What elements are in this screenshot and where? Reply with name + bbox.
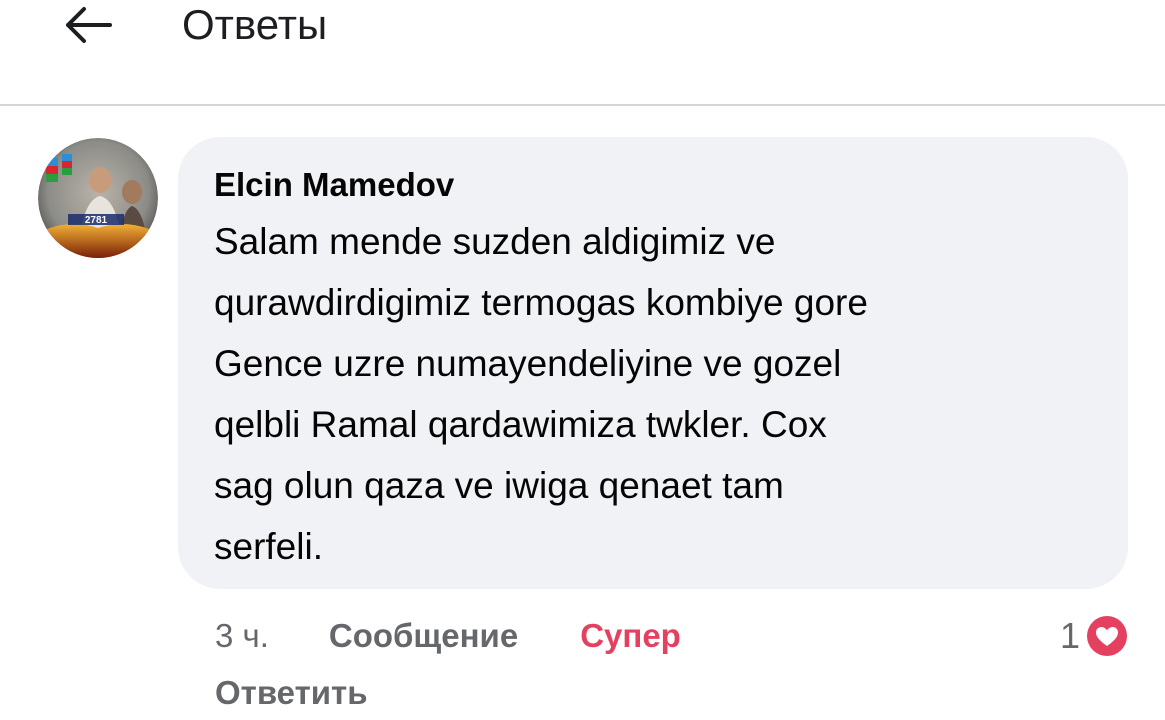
super-reaction-button[interactable]: Супер xyxy=(580,617,681,655)
reaction-count: 1 xyxy=(1059,615,1080,656)
comment-bubble: Elcin Mamedov Salam mende suzden aldigim… xyxy=(178,137,1128,589)
reply-button[interactable]: Ответить xyxy=(215,674,368,712)
avatar-badge-text: 2781 xyxy=(85,215,108,226)
comment-text: Salam mende suzden aldigimiz ve qurawdir… xyxy=(214,221,868,567)
back-button[interactable] xyxy=(48,0,128,50)
message-button[interactable]: Сообщение xyxy=(329,617,518,655)
arrow-left-icon xyxy=(66,7,112,43)
comment-actions: 3 ч. Сообщение Супер xyxy=(215,612,681,660)
top-bar: Ответы xyxy=(0,0,1165,106)
avatar[interactable]: 2781 xyxy=(38,138,158,258)
reaction-summary[interactable]: 1 xyxy=(1060,612,1130,660)
avatar-image: 2781 xyxy=(38,138,158,258)
author-name[interactable]: Elcin Mamedov xyxy=(214,163,454,207)
heart-reaction-icon xyxy=(1087,616,1127,656)
comment-timestamp: 3 ч. xyxy=(215,617,269,654)
page-title: Ответы xyxy=(182,1,328,48)
